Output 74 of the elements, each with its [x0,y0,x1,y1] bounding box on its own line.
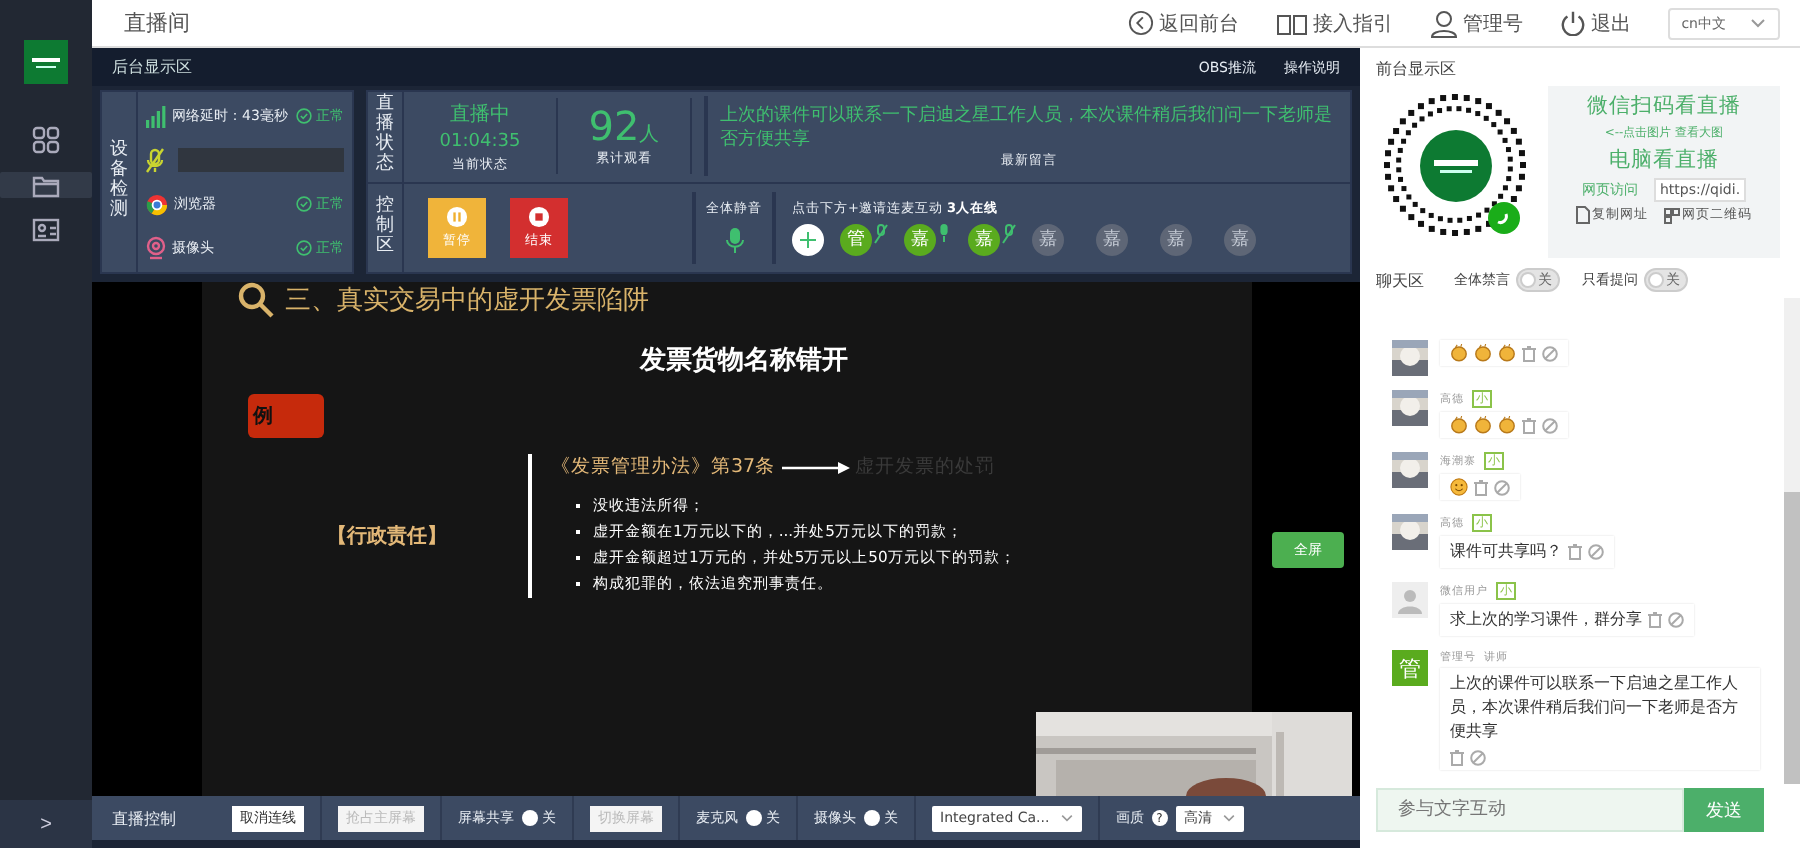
check-circle-icon [296,240,312,256]
message-text: 求上次的学习课件，群分享 [1450,608,1642,632]
arrow [781,461,850,473]
scrollbar[interactable] [1784,298,1800,784]
panel-label: 设备检测 [102,92,138,272]
guest-avatar[interactable]: 嘉 [1032,223,1064,256]
id-card-icon [32,218,60,242]
block-icon[interactable] [1494,479,1510,495]
pause-icon [446,205,468,228]
chevron-down-icon [1750,18,1766,28]
block-icon[interactable] [1542,345,1558,361]
control-bar-title: 直播控制 [112,807,178,829]
expand-button[interactable]: > [0,800,92,848]
block-icon[interactable] [1668,612,1684,628]
guest-avatar[interactable]: 嘉 [1096,223,1128,256]
muted-microphone-icon [146,147,164,173]
guest-avatar[interactable]: 嘉 [1160,223,1192,256]
back-icon [1127,10,1154,36]
logo-icon [24,40,68,84]
section-title: 前台显示区 [1376,58,1458,80]
message-text: 上次的课件可以联系一下启迪之星工作人员，本次课件稍后我们问一下老师是否方便共享 [1450,672,1740,744]
header-link[interactable]: 返回前台 [1127,9,1240,37]
check-circle-icon [296,108,312,124]
smiley-icon [1450,478,1468,496]
chevron-down-icon [1059,814,1074,822]
book-icon [1275,11,1308,35]
section-title: 后台显示区 [112,56,192,78]
block-icon[interactable] [1470,750,1486,766]
add-guest-icon[interactable] [792,223,824,256]
page-title: 直播间 [124,8,190,38]
nav-item[interactable] [0,172,92,198]
pc-title: 电脑看直播 [1609,146,1719,174]
trash-icon[interactable] [1474,479,1488,495]
live-state: 直播中 [450,101,510,128]
example-tag: 例 [247,394,323,438]
block-icon[interactable] [1542,417,1558,433]
message-text: 课件可共享吗？ [1450,540,1562,564]
chat-input[interactable]: 参与文字互动 [1376,788,1684,832]
browser-icon [146,193,168,215]
document-icon [1576,206,1590,224]
power-icon [1559,10,1586,36]
camera-icon [146,236,166,260]
latest-message: 上次的课件可以联系一下启迪之星工作人员，本次课件稍后我们问一下老师是否方便共享 [720,103,1334,152]
qr-icon [1664,207,1680,223]
trash-icon[interactable] [1568,544,1582,560]
folder-icon [32,173,60,197]
header-link[interactable]: 管理号 [1429,9,1524,37]
magnifier-icon [237,282,273,318]
slide-title: 三、真实交易中的虚开发票陷阱 [285,284,649,318]
panel-label: 直播状态 [368,92,404,181]
stop-icon [528,205,550,228]
slide-heading: 发票货物名称错开 [637,344,850,378]
slide-category: 【行政责任】 [327,523,449,550]
user-icon [1429,9,1458,37]
header-link[interactable]: 退出 [1559,9,1632,37]
microphone-icon[interactable] [725,228,743,255]
trash-icon[interactable] [1450,750,1464,766]
live-duration: 01:04:35 [439,131,521,152]
check-circle-icon [296,196,312,212]
scan-title: 微信扫码看直播 [1587,92,1741,120]
slide-text: 《发票管理办法》第37条 [551,454,776,480]
chevron-down-icon [1221,814,1236,822]
panel-label: 控制区 [368,183,404,272]
block-icon[interactable] [1588,544,1604,560]
trash-icon[interactable] [1648,612,1662,628]
guest-avatar[interactable]: 嘉 [1224,223,1256,256]
header-link[interactable]: 接入指引 [1275,9,1394,37]
grid-icon [32,126,60,154]
chat-title: 聊天区 [1376,269,1424,291]
trash-icon[interactable] [1522,345,1536,361]
signal-icon [146,105,166,127]
viewer-count: 92人 [588,105,660,146]
user-avatar: 管 [1392,650,1428,686]
trash-icon[interactable] [1522,417,1536,433]
